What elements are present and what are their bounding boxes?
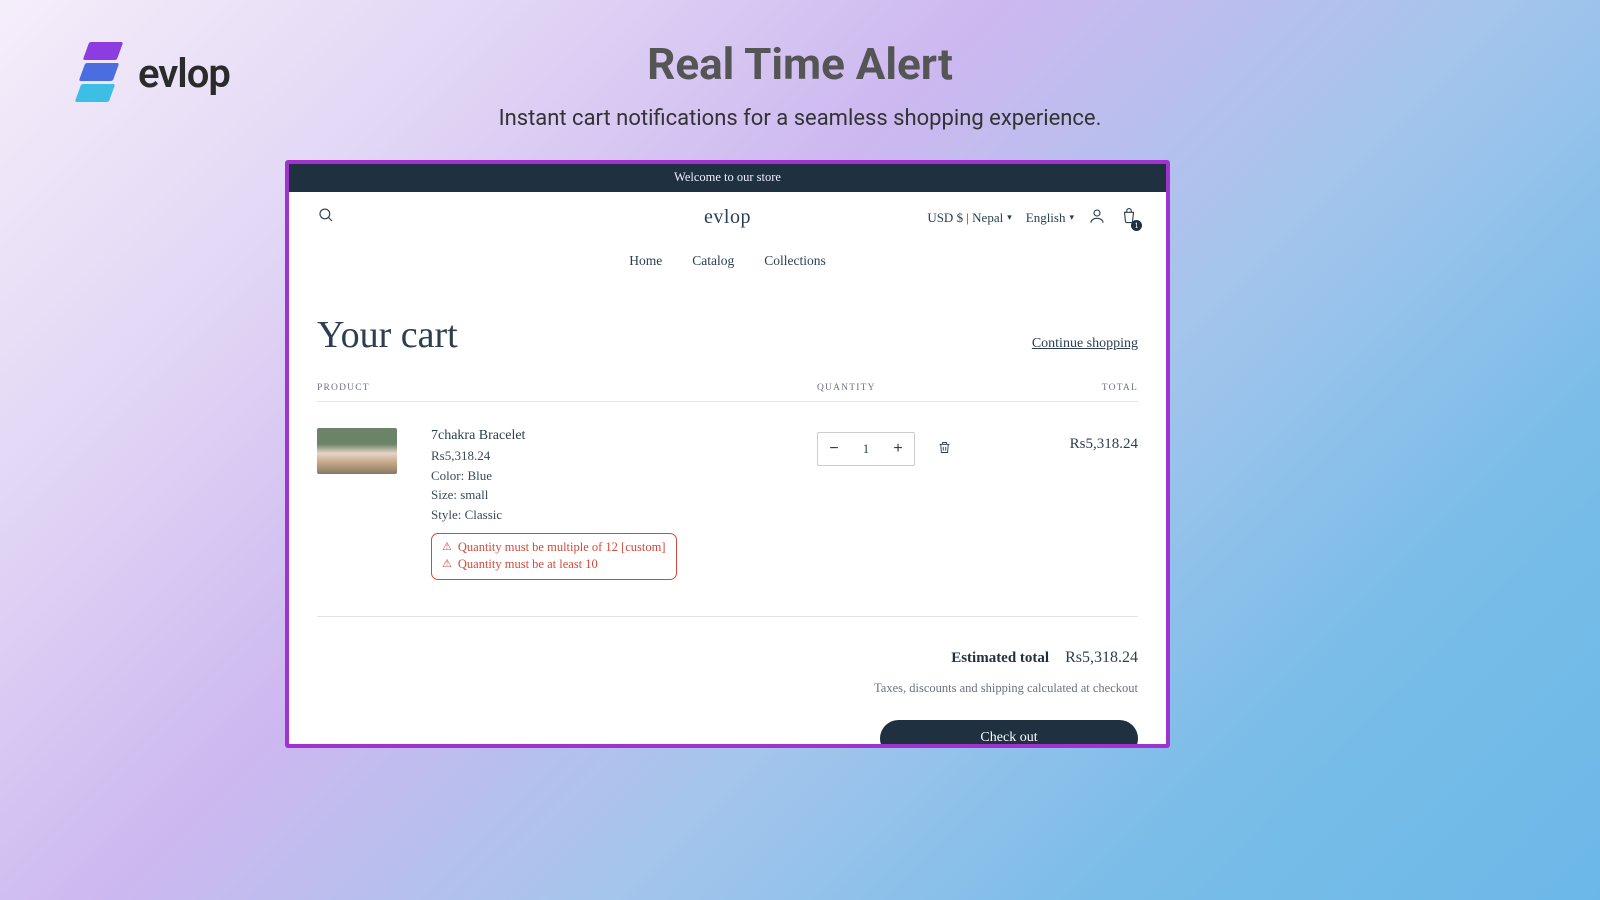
cart-title: Your cart (317, 313, 458, 357)
product-size: Size: small (431, 486, 817, 504)
col-quantity: QUANTITY (817, 383, 998, 393)
estimated-total-value: Rs5,318.24 (1065, 649, 1138, 667)
cart-icon[interactable]: 1 (1120, 207, 1138, 229)
store-logo[interactable]: evlop (591, 206, 865, 229)
currency-label: USD $ | Nepal (927, 210, 1003, 226)
chevron-down-icon: ▾ (1069, 212, 1074, 223)
tax-note: Taxes, discounts and shipping calculated… (317, 681, 1138, 696)
cart-columns: PRODUCT QUANTITY TOTAL (317, 357, 1138, 402)
trash-icon (937, 440, 952, 455)
product-name[interactable]: 7chakra Bracelet (431, 428, 817, 444)
qty-value[interactable]: 1 (850, 441, 882, 457)
col-total: TOTAL (998, 383, 1138, 393)
line-total: Rs5,318.24 (998, 428, 1138, 453)
chevron-down-icon: ▾ (1007, 212, 1012, 223)
account-icon[interactable] (1088, 207, 1106, 229)
estimated-total-label: Estimated total (951, 650, 1049, 667)
warning-icon: ⚠ (442, 557, 452, 572)
announcement-bar: Welcome to our store (289, 164, 1166, 192)
product-style: Style: Classic (431, 506, 817, 524)
brand-logo-text: evlop (138, 50, 230, 97)
cart-count-badge: 1 (1131, 220, 1142, 231)
nav-collections[interactable]: Collections (764, 253, 826, 269)
product-price: Rs5,318.24 (431, 447, 817, 465)
col-product: PRODUCT (317, 383, 817, 393)
warning-icon: ⚠ (442, 540, 452, 555)
qty-increase-button[interactable]: + (882, 433, 914, 465)
checkout-button[interactable]: Check out (880, 720, 1138, 748)
page-title: Real Time Alert (647, 38, 953, 90)
quantity-stepper: − 1 + (817, 432, 915, 466)
qty-decrease-button[interactable]: − (818, 433, 850, 465)
cart-line-item: 7chakra Bracelet Rs5,318.24 Color: Blue … (317, 402, 1138, 596)
product-color: Color: Blue (431, 467, 817, 485)
main-nav: Home Catalog Collections (289, 237, 1166, 291)
brand-logo-mark (78, 42, 124, 104)
store-screenshot: Welcome to our store evlop USD $ | Nepal… (285, 160, 1170, 748)
cart-section: Your cart Continue shopping PRODUCT QUAN… (289, 291, 1166, 596)
brand-logo: evlop (78, 42, 230, 104)
search-icon[interactable] (317, 211, 335, 228)
remove-item-button[interactable] (933, 436, 956, 462)
page-subtitle: Instant cart notifications for a seamles… (499, 106, 1102, 131)
store-header: evlop USD $ | Nepal ▾ English ▾ 1 (289, 192, 1166, 237)
currency-selector[interactable]: USD $ | Nepal ▾ (927, 210, 1011, 226)
alert-message-2: Quantity must be at least 10 (458, 556, 598, 573)
quantity-alert-box: ⚠ Quantity must be multiple of 12 [custo… (431, 533, 677, 580)
language-selector[interactable]: English ▾ (1026, 210, 1074, 226)
product-thumbnail[interactable] (317, 428, 397, 474)
nav-home[interactable]: Home (629, 253, 662, 269)
nav-catalog[interactable]: Catalog (692, 253, 734, 269)
alert-message-1: Quantity must be multiple of 12 [custom] (458, 539, 666, 556)
language-label: English (1026, 210, 1066, 226)
cart-footer: Estimated total Rs5,318.24 Taxes, discou… (289, 596, 1166, 748)
continue-shopping-link[interactable]: Continue shopping (1032, 336, 1138, 352)
